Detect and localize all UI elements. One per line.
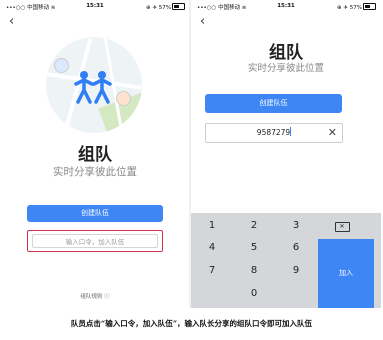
back-arrow-icon[interactable]: ‹ — [9, 15, 14, 28]
key-9[interactable]: 9 — [275, 262, 317, 279]
clear-icon[interactable]: ✕ — [328, 126, 337, 140]
create-team-button[interactable]: 创建队伍 — [27, 205, 163, 222]
team-rules-link[interactable]: 组队规则 ⓘ — [0, 292, 190, 300]
battery-percent: 57% — [349, 5, 362, 11]
back-arrow-icon[interactable]: ‹ — [200, 15, 205, 28]
page-subtitle: 实时分享彼此位置 — [247, 63, 324, 74]
backspace-key[interactable]: ✕ — [321, 217, 363, 234]
key-6[interactable]: 6 — [275, 239, 317, 256]
battery-icon — [172, 3, 185, 10]
battery-indicator: ⊕ ✈ 57% — [337, 3, 376, 11]
join-code-field[interactable]: 9587279 ✕ — [205, 123, 343, 143]
battery-indicator: ⊕ ✈ 57% — [146, 3, 185, 11]
key-7[interactable]: 7 — [191, 262, 233, 279]
status-bar: •••○○ 中国移动 ≋ 15:31 ⊕ ✈ 57% — [191, 0, 381, 13]
join-code-screen: •••○○ 中国移动 ≋ 15:31 ⊕ ✈ 57% ‹ 组队 实时分享彼此位置… — [191, 0, 381, 308]
status-bar: •••○○ 中国移动 ≋ 15:31 ⊕ ✈ 57% — [0, 0, 190, 13]
key-3[interactable]: 3 — [275, 217, 317, 234]
team-intro-screen: •••○○ 中国移动 ≋ 15:31 ⊕ ✈ 57% ‹ 组队 实时分享彼此位置… — [0, 0, 190, 308]
join-code-input[interactable]: 输入口令，加入队伍 — [32, 234, 158, 248]
backspace-icon: ✕ — [334, 221, 350, 232]
page-title: 组队 — [78, 145, 112, 165]
key-4[interactable]: 4 — [191, 239, 233, 256]
join-key[interactable]: 加入 — [318, 239, 374, 308]
battery-icon — [363, 3, 376, 10]
figure-caption: 队员点击“输入口令，加入队伍”，输入队长分享的组队口令即可加入队伍 — [70, 319, 313, 328]
team-people-icon — [74, 71, 112, 104]
member-avatar — [54, 58, 69, 73]
key-2[interactable]: 2 — [233, 217, 275, 234]
battery-percent: 57% — [158, 5, 171, 11]
join-code-value: 9587279 — [206, 124, 342, 142]
key-1[interactable]: 1 — [191, 217, 233, 234]
page-subtitle: 实时分享彼此位置 — [53, 166, 137, 178]
member-avatar — [116, 91, 131, 106]
text-cursor — [290, 127, 292, 136]
create-team-button[interactable]: 创建队伍 — [205, 94, 342, 113]
key-8[interactable]: 8 — [233, 262, 275, 279]
key-0[interactable]: 0 — [233, 285, 275, 302]
numeric-keypad: 1 2 3 4 5 6 7 8 9 0 ✕ 加入 — [191, 213, 381, 308]
key-5[interactable]: 5 — [233, 239, 275, 256]
highlight-frame: 输入口令，加入队伍 — [27, 230, 163, 252]
code-text: 9587279 — [256, 128, 291, 137]
